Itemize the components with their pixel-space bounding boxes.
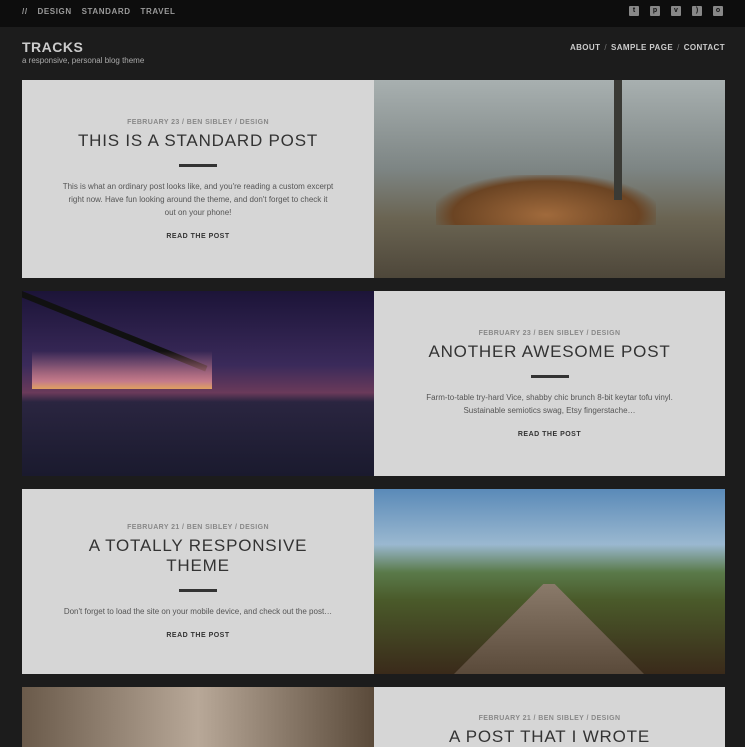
post-meta: FEBRUARY 23 / BEN SIBLEY / DESIGN	[478, 329, 621, 337]
category-nav: // DESIGN STANDARD TRAVEL	[22, 7, 183, 16]
divider	[179, 589, 217, 592]
read-more-link[interactable]: READ THE POST	[518, 431, 581, 438]
pinterest-icon[interactable]: p	[650, 6, 660, 16]
category-standard[interactable]: STANDARD	[82, 7, 131, 16]
social-icons: t p v ) o	[629, 6, 723, 16]
vimeo-icon[interactable]: v	[671, 6, 681, 16]
main-nav: ABOUT / SAMPLE PAGE / CONTACT	[569, 43, 725, 52]
instagram-icon[interactable]: o	[713, 6, 723, 16]
nav-sample-page[interactable]: SAMPLE PAGE	[611, 43, 673, 52]
post-1: FEBRUARY 23 / BEN SIBLEY / DESIGN THIS I…	[22, 80, 725, 278]
post-excerpt: Don't forget to load the site on your mo…	[63, 607, 333, 616]
post-title[interactable]: ANOTHER AWESOME POST	[428, 342, 670, 362]
post-text: FEBRUARY 21 / BEN SIBLEY / DESIGN A TOTA…	[22, 489, 374, 674]
post-text: FEBRUARY 23 / BEN SIBLEY / DESIGN THIS I…	[22, 80, 374, 278]
post-meta: FEBRUARY 21 / BEN SIBLEY / DESIGN	[478, 715, 621, 722]
divider	[530, 374, 569, 378]
post-meta: FEBRUARY 23 / BEN SIBLEY / DESIGN	[127, 118, 269, 126]
post-excerpt: Farm-to-table try-hard Vice, shabby chic…	[426, 392, 673, 415]
post-2: FEBRUARY 23 / BEN SIBLEY / DESIGN ANOTHE…	[22, 291, 725, 476]
post-image-bridge[interactable]	[22, 291, 374, 476]
top-bar: // DESIGN STANDARD TRAVEL t p v ) o	[0, 0, 745, 27]
divider	[179, 163, 217, 167]
nav-prefix: //	[22, 7, 28, 16]
post-image-logs[interactable]	[374, 80, 725, 278]
post-text: FEBRUARY 21 / BEN SIBLEY / DESIGN A POST…	[374, 687, 725, 747]
site-title[interactable]: TRACKS	[22, 39, 83, 55]
post-title[interactable]: THIS IS A STANDARD POST	[78, 131, 318, 151]
site-tagline: a responsive, personal blog theme	[22, 56, 145, 65]
post-text: FEBRUARY 23 / BEN SIBLEY / DESIGN ANOTHE…	[374, 291, 725, 476]
rss-icon[interactable]: )	[692, 6, 702, 16]
twitter-icon[interactable]: t	[629, 6, 639, 16]
read-more-link[interactable]: READ THE POST	[166, 233, 229, 240]
category-design[interactable]: DESIGN	[37, 7, 71, 16]
read-more-link[interactable]: READ THE POST	[166, 632, 229, 639]
post-title[interactable]: A POST THAT I WROTE	[449, 727, 650, 747]
post-image-street[interactable]	[22, 687, 374, 747]
nav-about[interactable]: ABOUT	[570, 43, 600, 52]
nav-contact[interactable]: CONTACT	[684, 43, 725, 52]
post-title[interactable]: A TOTALLY RESPONSIVE THEME	[62, 536, 334, 576]
post-meta: FEBRUARY 21 / BEN SIBLEY / DESIGN	[127, 524, 269, 531]
category-travel[interactable]: TRAVEL	[141, 7, 176, 16]
post-3: FEBRUARY 21 / BEN SIBLEY / DESIGN A TOTA…	[22, 489, 725, 674]
post-image-railway[interactable]	[374, 489, 725, 674]
post-4: FEBRUARY 21 / BEN SIBLEY / DESIGN A POST…	[22, 687, 725, 747]
post-excerpt: This is what an ordinary post looks like…	[62, 181, 334, 217]
